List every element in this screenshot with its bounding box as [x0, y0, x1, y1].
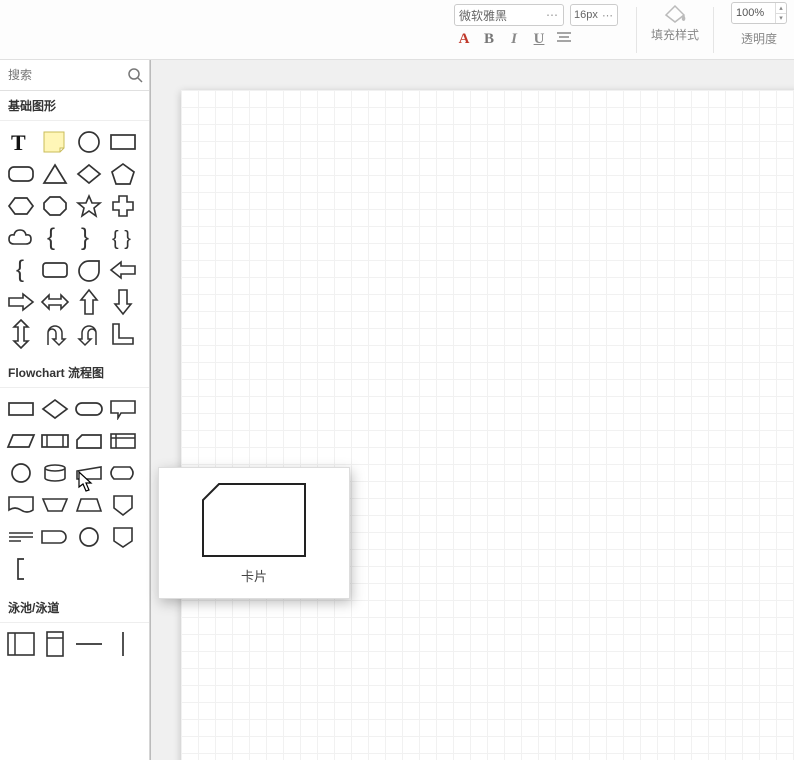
shape-text[interactable]: T	[4, 126, 38, 158]
zoom-down-button[interactable]: ▾	[775, 14, 786, 24]
font-block: 微软雅黑 ⋯ 16px ⋯ A B I U	[446, 0, 626, 48]
separator	[636, 7, 637, 53]
shape-hexagon[interactable]	[4, 190, 38, 222]
canvas-viewport[interactable]	[150, 60, 794, 760]
shape-teardrop[interactable]	[72, 254, 106, 286]
shape-arrow-up[interactable]	[72, 286, 106, 318]
svg-text:{: {	[47, 225, 55, 251]
shape-right-brace[interactable]: }	[72, 222, 106, 254]
shape-arrow-leftright[interactable]	[38, 286, 72, 318]
italic-button[interactable]: I	[506, 32, 522, 48]
shape-uturn-2[interactable]	[72, 318, 106, 350]
tooltip-label: 卡片	[241, 566, 267, 585]
shape-pentagon[interactable]	[106, 158, 140, 190]
category-swimlane-header[interactable]: 泳池/泳道	[0, 593, 149, 623]
shape-sidebar: 基础图形 T { } { } {	[0, 60, 150, 760]
shape-process[interactable]	[4, 393, 38, 425]
shape-lane-horizontal[interactable]	[72, 628, 106, 660]
shape-data[interactable]	[4, 425, 38, 457]
shape-arrow-right[interactable]	[4, 286, 38, 318]
svg-text:}: }	[81, 225, 89, 251]
svg-text:{: {	[16, 257, 24, 283]
shape-trapezoid[interactable]	[72, 489, 106, 521]
shape-uturn[interactable]	[38, 318, 72, 350]
shape-left-brace[interactable]: {	[38, 222, 72, 254]
shape-decision[interactable]	[38, 393, 72, 425]
shape-or[interactable]	[72, 521, 106, 553]
shape-terminator[interactable]	[72, 393, 106, 425]
shape-internal-storage[interactable]	[106, 425, 140, 457]
category-flowchart-header[interactable]: Flowchart 流程图	[0, 358, 149, 388]
shape-pool-horizontal[interactable]	[4, 628, 38, 660]
shape-ellipse[interactable]	[72, 126, 106, 158]
dropdown-dots-icon: ⋯	[602, 9, 614, 22]
shape-database[interactable]	[38, 457, 72, 489]
shape-document[interactable]	[4, 489, 38, 521]
svg-text:T: T	[11, 130, 26, 154]
search-icon	[127, 67, 143, 83]
shape-octagon[interactable]	[38, 190, 72, 222]
search-container	[0, 60, 149, 91]
shape-merge[interactable]	[4, 521, 38, 553]
shape-single-brace[interactable]: {	[4, 254, 38, 286]
shape-star[interactable]	[72, 190, 106, 222]
shape-connector[interactable]	[4, 457, 38, 489]
separator	[713, 7, 714, 53]
basic-shape-grid: T { } { } {	[0, 121, 149, 358]
shape-card[interactable]	[72, 425, 106, 457]
shape-arrow-left[interactable]	[106, 254, 140, 286]
shape-arrow-updown[interactable]	[4, 318, 38, 350]
font-size-select[interactable]: 16px ⋯	[570, 4, 618, 26]
top-toolbar: 微软雅黑 ⋯ 16px ⋯ A B I U	[0, 0, 794, 60]
shape-pool-vertical[interactable]	[38, 628, 72, 660]
shape-rounded-rect[interactable]	[4, 158, 38, 190]
shape-manual-input[interactable]	[72, 457, 106, 489]
flowchart-shape-grid	[0, 388, 149, 593]
underline-button[interactable]: U	[531, 32, 547, 48]
shape-arrow-down[interactable]	[106, 286, 140, 318]
shape-tooltip: 卡片	[158, 467, 350, 599]
align-icon	[557, 32, 571, 44]
fill-style-block[interactable]: 填充样式	[647, 0, 703, 43]
svg-text:{ }: { }	[112, 228, 131, 250]
text-color-button[interactable]: A	[456, 32, 472, 48]
shape-diamond[interactable]	[72, 158, 106, 190]
shape-predefined[interactable]	[38, 425, 72, 457]
shape-lane-vertical[interactable]	[106, 628, 140, 660]
shape-cross[interactable]	[106, 190, 140, 222]
font-family-select[interactable]: 微软雅黑 ⋯	[454, 4, 564, 26]
opacity-label: 透明度	[724, 30, 794, 47]
zoom-input[interactable]: 100% ▴ ▾	[731, 2, 787, 24]
dropdown-dots-icon: ⋯	[546, 8, 559, 22]
category-basic-header[interactable]: 基础图形	[0, 91, 149, 121]
shape-manual-op[interactable]	[38, 489, 72, 521]
shape-rounded-rect-2[interactable]	[38, 254, 72, 286]
zoom-up-button[interactable]: ▴	[775, 3, 786, 14]
zoom-opacity-block: 100% ▴ ▾ 透明度	[724, 0, 794, 47]
fill-bucket-icon	[662, 2, 688, 24]
align-button[interactable]	[556, 32, 572, 48]
swimlane-shape-grid	[0, 623, 149, 668]
shape-rectangle[interactable]	[106, 126, 140, 158]
shape-callout[interactable]	[106, 393, 140, 425]
shape-offpage-2[interactable]	[106, 521, 140, 553]
shape-bracket[interactable]	[4, 553, 38, 585]
card-shape-preview-icon	[201, 482, 307, 558]
shape-braces[interactable]: { }	[106, 222, 140, 254]
drawing-page[interactable]	[181, 90, 794, 760]
bold-button[interactable]: B	[481, 32, 497, 48]
shape-corner[interactable]	[106, 318, 140, 350]
shape-triangle[interactable]	[38, 158, 72, 190]
shape-offpage[interactable]	[106, 489, 140, 521]
shape-note[interactable]	[38, 126, 72, 158]
fill-style-label: 填充样式	[651, 28, 699, 42]
shape-delay[interactable]	[38, 521, 72, 553]
shape-cloud[interactable]	[4, 222, 38, 254]
shape-display[interactable]	[106, 457, 140, 489]
